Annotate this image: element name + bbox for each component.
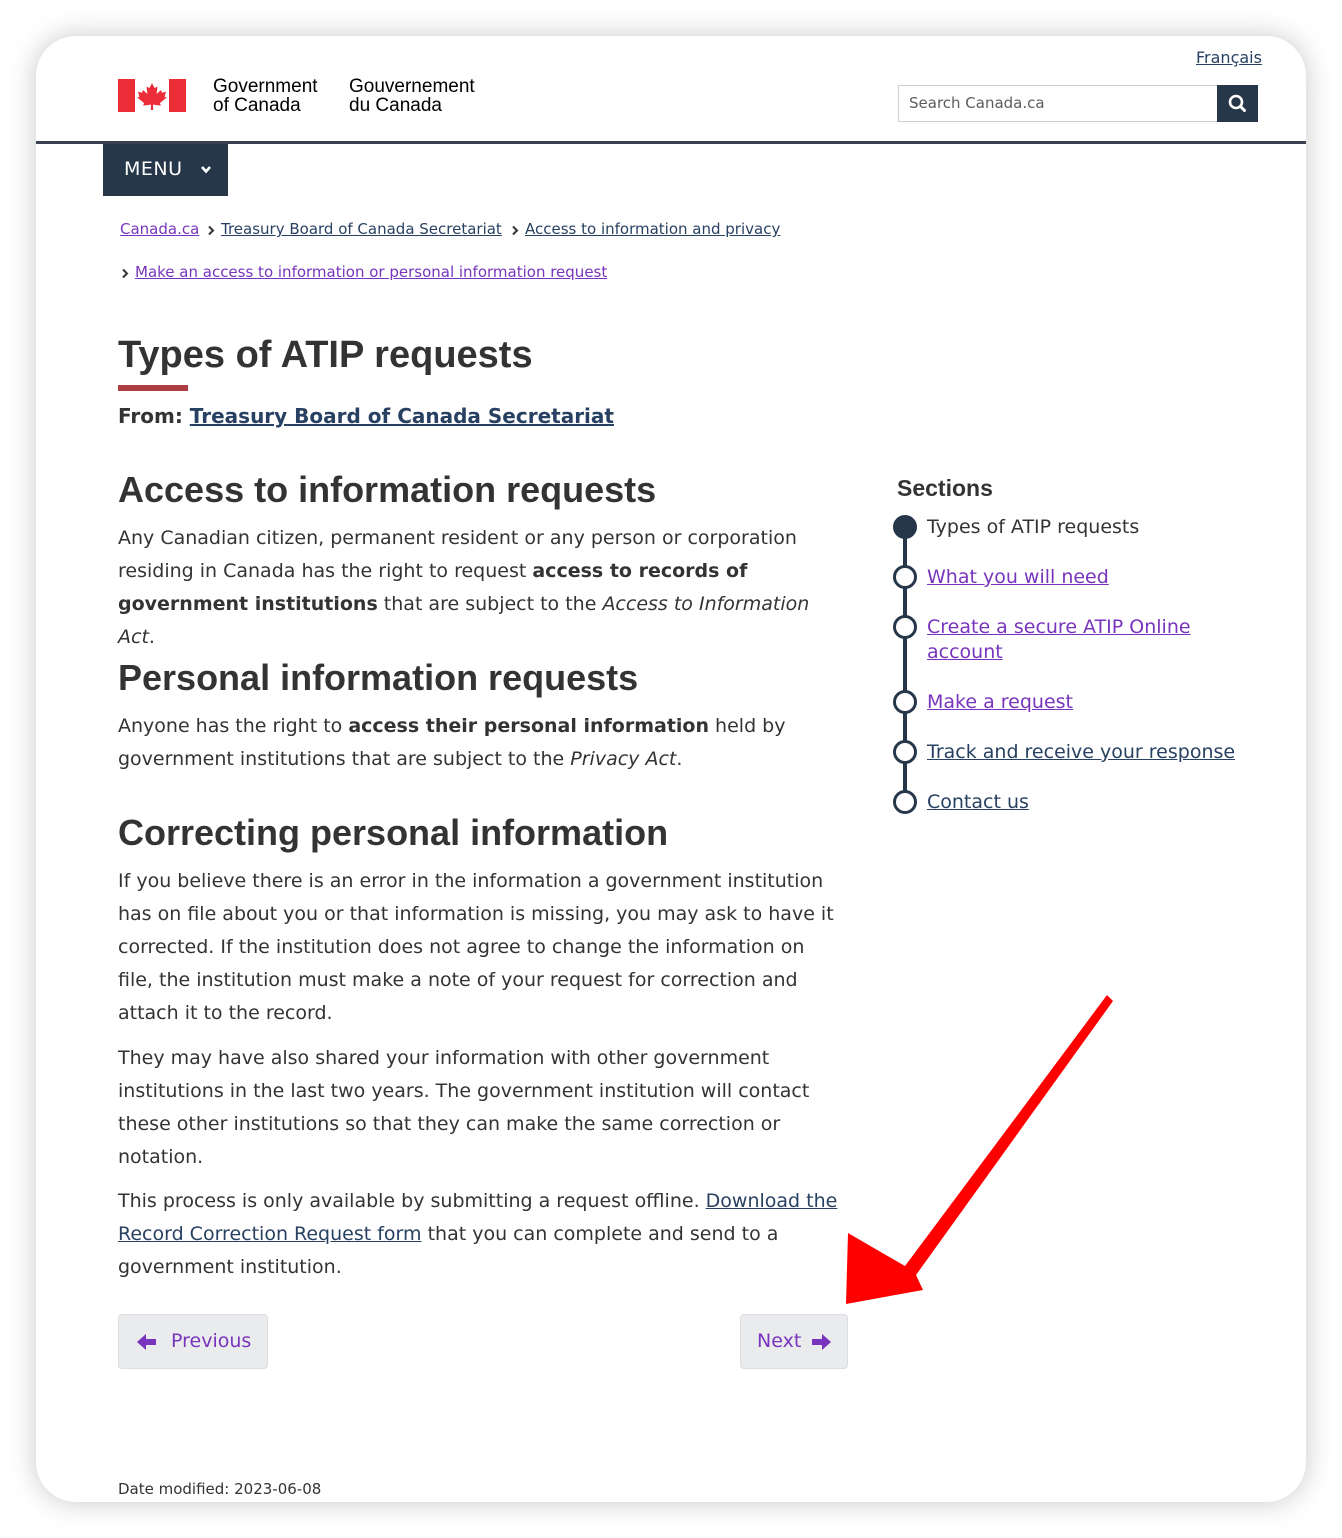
chevron-right-icon [208, 225, 215, 236]
breadcrumb-make-request[interactable]: Make an access to information or persona… [135, 263, 607, 281]
paragraph-access-to-information: Any Canadian citizen, permanent resident… [118, 527, 810, 648]
search-button[interactable] [1217, 85, 1258, 122]
chevron-down-icon [201, 166, 211, 174]
heading-access-to-information: Access to information requests [118, 469, 657, 510]
title-underline [118, 385, 188, 391]
step-marker [893, 740, 917, 764]
sections-nav-track-response[interactable]: Track and receive your response [927, 740, 1247, 765]
arrow-left-icon [137, 1334, 156, 1350]
paragraph-correcting-3: This process is only available by submit… [118, 1190, 838, 1278]
paragraph-correcting-1: If you believe there is an error in the … [118, 870, 834, 1024]
wordmark-french: Gouvernement du Canada [349, 77, 475, 115]
next-button[interactable]: Next [740, 1314, 848, 1369]
language-toggle-link[interactable]: Français [1196, 48, 1262, 67]
search-input[interactable]: Search Canada.ca [898, 85, 1218, 122]
from-label: From: [118, 404, 183, 428]
step-marker [893, 690, 917, 714]
sections-nav-make-request[interactable]: Make a request [927, 690, 1247, 715]
breadcrumb-atip[interactable]: Access to information and privacy [525, 220, 780, 238]
sections-nav-title: Sections [897, 475, 993, 501]
paragraph-personal-information: Anyone has the right to access their per… [118, 715, 786, 770]
breadcrumb-canada[interactable]: Canada.ca [120, 220, 199, 238]
wordmark-english: Government of Canada [213, 77, 318, 115]
sections-nav-contact-us[interactable]: Contact us [927, 790, 1247, 815]
paragraph-correcting-2: They may have also shared your informati… [118, 1047, 810, 1168]
wordmark-fr-line1: Gouvernement [349, 76, 475, 97]
previous-label: Previous [171, 1330, 252, 1352]
chevron-right-icon [512, 225, 519, 236]
wordmark-fr-line2: du Canada [349, 95, 442, 116]
from-link[interactable]: Treasury Board of Canada Secretariat [190, 404, 614, 428]
step-marker-active [893, 515, 917, 539]
sections-nav-current: Types of ATIP requests [927, 516, 1140, 538]
step-marker [893, 565, 917, 589]
wordmark-en-line2: of Canada [213, 95, 301, 116]
chevron-right-icon [122, 268, 129, 279]
heading-correcting-information: Correcting personal information [118, 812, 669, 853]
sections-nav-what-you-need[interactable]: What you will need [927, 565, 1247, 590]
wordmark-en-line1: Government [213, 76, 318, 97]
sections-nav-create-account[interactable]: Create a secure ATIP Online account [927, 615, 1217, 665]
breadcrumb-tbs[interactable]: Treasury Board of Canada Secretariat [221, 220, 502, 238]
heading-personal-information: Personal information requests [118, 657, 639, 698]
previous-button[interactable]: Previous [118, 1314, 268, 1369]
annotation-arrow-icon [846, 995, 1113, 1304]
menu-label: MENU [124, 158, 183, 180]
menu-button[interactable]: MENU [103, 144, 228, 196]
page-title: Types of ATIP requests [118, 334, 533, 376]
from-line: From: Treasury Board of Canada Secretari… [118, 404, 614, 428]
canada-flag-icon [118, 79, 186, 112]
date-modified: Date modified: 2023-06-08 [118, 1480, 322, 1498]
step-marker [893, 615, 917, 639]
search-icon [1228, 94, 1246, 112]
next-label: Next [757, 1330, 802, 1352]
step-marker [893, 790, 917, 814]
browser-frame: Français Government of Canada Gouverneme… [36, 36, 1306, 1502]
arrow-right-icon [812, 1334, 831, 1350]
